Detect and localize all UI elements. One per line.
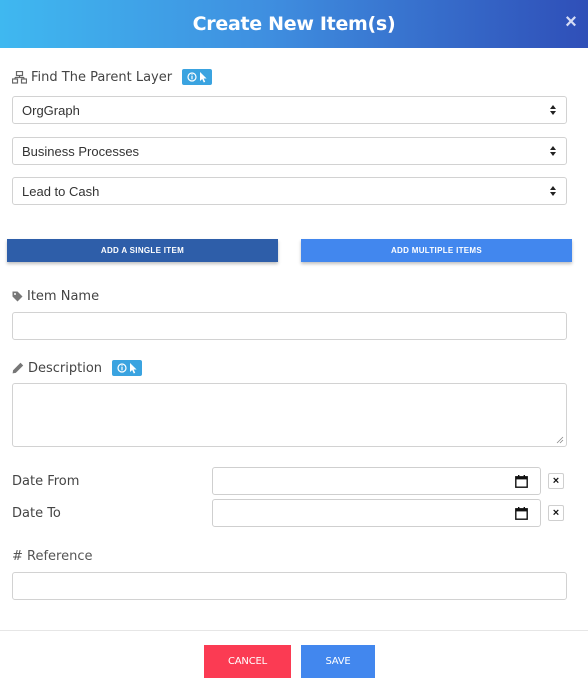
footer-divider xyxy=(0,630,588,631)
info-pointer-icon[interactable] xyxy=(112,360,143,376)
tab-add-single-item[interactable]: ADD A SINGLE ITEM xyxy=(7,239,278,262)
item-name-section: Item Name xyxy=(12,289,99,304)
close-icon[interactable]: × xyxy=(563,12,579,32)
sort-caret-icon xyxy=(550,105,556,115)
parent-layer-select-2[interactable]: Business Processes xyxy=(12,137,567,165)
date-from-label: Date From xyxy=(12,474,80,489)
modal-header: Create New Item(s) × xyxy=(0,0,588,48)
parent-layer-select-3[interactable]: Lead to Cash xyxy=(12,177,567,205)
description-section: Description xyxy=(12,360,143,376)
save-button[interactable]: SAVE xyxy=(301,645,375,678)
item-name-label: Item Name xyxy=(27,289,100,304)
item-name-input[interactable] xyxy=(12,312,567,340)
date-to-label: Date To xyxy=(12,506,61,521)
parent-layer-label: Find The Parent Layer xyxy=(31,69,173,85)
clear-date-to-button[interactable]: × xyxy=(548,505,564,521)
info-pointer-icon[interactable] xyxy=(182,69,213,85)
date-from-input[interactable] xyxy=(212,467,541,495)
clear-date-from-button[interactable]: × xyxy=(548,473,564,489)
description-label: Description xyxy=(28,360,103,376)
cancel-button[interactable]: CANCEL xyxy=(204,645,291,678)
sort-caret-icon xyxy=(550,186,556,196)
description-textarea[interactable] xyxy=(12,383,567,447)
resize-handle-icon[interactable] xyxy=(556,436,564,444)
date-to-input[interactable] xyxy=(212,499,541,527)
reference-input[interactable] xyxy=(12,572,567,600)
calendar-icon[interactable] xyxy=(515,507,528,520)
tab-add-multiple-items[interactable]: ADD MULTIPLE ITEMS xyxy=(301,239,572,262)
select-value: OrgGraph xyxy=(22,103,80,118)
reference-label: # Reference xyxy=(12,549,93,564)
select-value: Business Processes xyxy=(22,144,140,159)
sort-caret-icon xyxy=(550,146,556,156)
select-value: Lead to Cash xyxy=(22,184,100,199)
calendar-icon[interactable] xyxy=(515,475,528,488)
modal-title: Create New Item(s) xyxy=(192,13,396,35)
sitemap-icon xyxy=(12,70,27,84)
parent-layer-section: Find The Parent Layer xyxy=(12,69,213,85)
parent-layer-select-1[interactable]: OrgGraph xyxy=(12,96,567,124)
pencil-icon xyxy=(12,362,24,374)
tag-icon xyxy=(12,291,23,302)
